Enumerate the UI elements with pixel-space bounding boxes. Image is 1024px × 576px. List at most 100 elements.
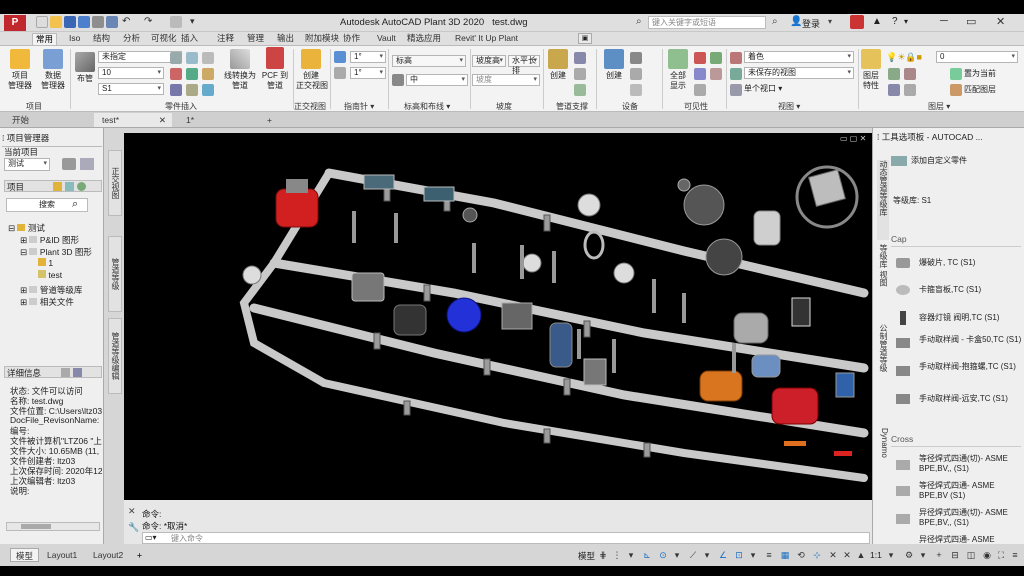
- angle-tick-select[interactable]: 1°: [350, 67, 386, 79]
- layer-tool-1-icon[interactable]: [888, 68, 900, 80]
- hide-icon[interactable]: [694, 52, 706, 64]
- ribbon-minimize-icon[interactable]: ▣: [578, 33, 592, 44]
- layer-properties-button[interactable]: 图层 特性: [860, 49, 882, 91]
- model-viewport[interactable]: ▭ ▢ ✕: [124, 133, 872, 500]
- ortho-icon[interactable]: ⊾: [642, 550, 652, 560]
- user-icon[interactable]: 👤: [790, 16, 802, 27]
- tab-layout1[interactable]: Layout1: [42, 548, 82, 562]
- sync-icon[interactable]: [77, 182, 86, 191]
- create-ortho-button[interactable]: 创建 正交视图: [296, 49, 328, 91]
- pipe-tool-icon[interactable]: [170, 52, 182, 64]
- command-settings-icon[interactable]: 🔧: [128, 522, 139, 533]
- details-view-icon[interactable]: [73, 368, 82, 377]
- tab-visualize[interactable]: 可视化: [148, 33, 180, 44]
- justification-icon[interactable]: [392, 74, 404, 86]
- add-custom-part-button[interactable]: 添加自定义零件: [911, 156, 967, 166]
- iso-dropdown-icon[interactable]: ▾: [702, 550, 712, 560]
- visibility-tool-2-icon[interactable]: [710, 68, 722, 80]
- data-manager-button[interactable]: 数据 管理器: [38, 49, 68, 91]
- isolate-objects-icon[interactable]: ◉: [982, 550, 992, 560]
- refresh-icon[interactable]: [65, 182, 74, 191]
- tree-item-spec[interactable]: ⊞ 管道等级库: [20, 284, 82, 296]
- command-close-icon[interactable]: ✕: [128, 506, 136, 517]
- isodraft-icon[interactable]: ⟋: [688, 550, 698, 560]
- tab-collaborate[interactable]: Vault: [374, 33, 399, 44]
- workspace-dropdown-icon[interactable]: ▾: [918, 550, 928, 560]
- tree-item-plant3d[interactable]: ⊟ Plant 3D 图形: [20, 246, 92, 258]
- tab-visualization[interactable]: 插入: [178, 33, 201, 44]
- tab-analysis[interactable]: 分析: [120, 33, 143, 44]
- viewport-config-icon[interactable]: [730, 84, 742, 96]
- save-icon[interactable]: [64, 16, 76, 28]
- viewport-config-select[interactable]: 单个视口 ▾: [744, 83, 782, 94]
- visibility-tool-icon[interactable]: [710, 52, 722, 64]
- layer-tool-4-icon[interactable]: [904, 84, 916, 96]
- misc-icon[interactable]: [202, 52, 214, 64]
- object-snap-tracking-icon[interactable]: ∠: [718, 550, 728, 560]
- sign-in-dropdown-icon[interactable]: ▾: [828, 17, 832, 26]
- tool-item-blind-cap[interactable]: 卡箍盲板,TC (S1): [919, 285, 981, 295]
- layer-tool-2-icon[interactable]: [904, 68, 916, 80]
- snap-icon[interactable]: ⋮: [612, 550, 622, 560]
- plot-icon[interactable]: [106, 16, 118, 28]
- equip-tool-2-icon[interactable]: [630, 68, 642, 80]
- tree-item-1[interactable]: 1: [38, 258, 53, 268]
- plus-icon[interactable]: +: [934, 550, 944, 560]
- tab-manage[interactable]: 输出: [274, 33, 297, 44]
- palette-tab-metric-spec[interactable]: 公制管道等级: [877, 324, 889, 398]
- tab-featured[interactable]: 精选应用: [404, 33, 444, 44]
- command-input-bar[interactable]: ▭▾ 键入命令: [142, 532, 870, 544]
- tool-item-sight-lamp[interactable]: 容器灯镜 阀明,TC (S1): [919, 313, 999, 323]
- share-icon[interactable]: [170, 16, 182, 28]
- command-input[interactable]: 键入命令: [171, 533, 203, 544]
- layer-state-icons[interactable]: 💡☀🔒■: [886, 52, 922, 63]
- tab-home[interactable]: 常用: [32, 33, 58, 45]
- horizontal-length-input[interactable]: 水平长排: [508, 55, 540, 75]
- tee-icon[interactable]: [202, 84, 214, 96]
- lineweight-icon[interactable]: ≡: [764, 550, 774, 560]
- create-equipment-button[interactable]: 创建: [602, 49, 626, 81]
- side-tab-ortho[interactable]: 正交视图: [108, 150, 122, 216]
- angle-increment-select[interactable]: 1°: [350, 51, 386, 63]
- slope-input[interactable]: 坡度: [472, 74, 540, 86]
- layer-select[interactable]: 0: [936, 51, 1018, 63]
- polar-dropdown-icon[interactable]: ▾: [672, 550, 682, 560]
- 3d-osnap-icon[interactable]: ⊹: [812, 550, 822, 560]
- help-icon[interactable]: ?: [892, 16, 898, 27]
- search-icon[interactable]: ⌕: [636, 16, 642, 27]
- osnap-icon[interactable]: ⊡: [734, 550, 744, 560]
- side-tab-spec-edit[interactable]: 管道等级编辑: [108, 318, 122, 394]
- horizontal-scrollbar[interactable]: [6, 522, 100, 531]
- justification-select[interactable]: 中: [406, 74, 468, 86]
- help-dropdown-icon[interactable]: ▾: [904, 17, 908, 26]
- workspace-icon[interactable]: ⚙: [904, 550, 914, 560]
- elevation-input[interactable]: 标高: [392, 55, 466, 67]
- minimize-icon[interactable]: ─: [940, 15, 948, 27]
- app-icon[interactable]: P: [4, 15, 26, 31]
- triangle-icon[interactable]: ▲: [872, 16, 882, 27]
- scale-dropdown-icon[interactable]: ▾: [886, 550, 896, 560]
- tool-item-cross-1[interactable]: 等径焊式四通(切)- ASME BPE,BV,, (S1): [919, 454, 1023, 474]
- named-view-select[interactable]: 未保存的视图: [744, 67, 854, 79]
- tool-item-rupture-disc[interactable]: 爆破片, TC (S1): [919, 258, 975, 268]
- equip-tool-3-icon[interactable]: [630, 84, 642, 96]
- palette-tab-dynamic-spec[interactable]: 动态管道等级库: [877, 160, 889, 240]
- quick-props-icon[interactable]: ◫: [966, 550, 976, 560]
- tab-close-icon[interactable]: ✕: [159, 113, 166, 127]
- match-layer-icon[interactable]: [950, 84, 962, 96]
- plant-3d-model[interactable]: [124, 133, 872, 500]
- customize-icon[interactable]: ≡: [1010, 550, 1020, 560]
- viewport-restore-icon[interactable]: ▭ ▢ ✕: [840, 134, 866, 143]
- side-tab-spec[interactable]: 管道等级: [108, 236, 122, 312]
- save-as-icon[interactable]: [78, 16, 90, 28]
- clean-screen-icon[interactable]: ⛶: [996, 550, 1006, 560]
- support-tool-3-icon[interactable]: [574, 84, 586, 96]
- current-project-select[interactable]: 测试: [4, 158, 50, 171]
- sign-in-link[interactable]: 登录: [802, 17, 820, 30]
- palette-tab-dynamo[interactable]: Dynamo: [877, 428, 889, 464]
- app-store-icon[interactable]: [850, 15, 864, 29]
- isolate-icon[interactable]: [694, 68, 706, 80]
- new-icon[interactable]: [36, 16, 48, 28]
- size-select[interactable]: 10: [98, 67, 164, 79]
- locate-icon[interactable]: [694, 84, 706, 96]
